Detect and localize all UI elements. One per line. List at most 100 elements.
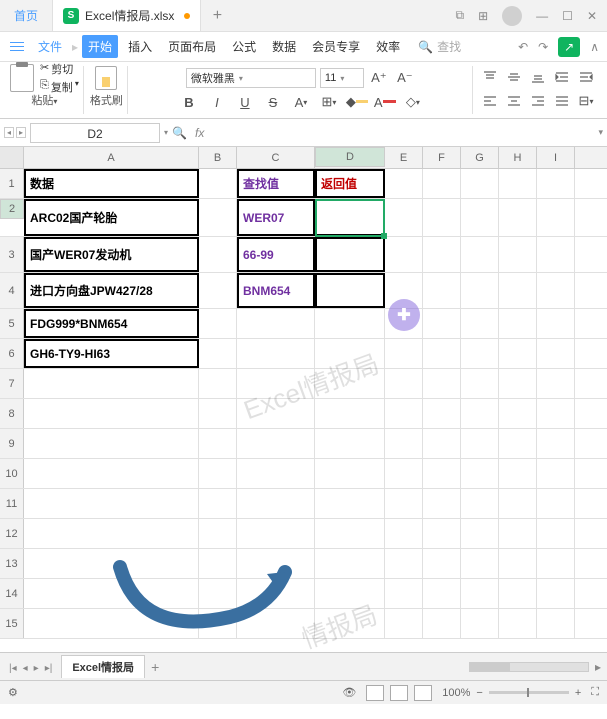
cell[interactable]	[24, 579, 199, 608]
cell[interactable]	[385, 579, 423, 608]
cell[interactable]: 国产WER07发动机	[24, 237, 199, 272]
cell[interactable]	[499, 369, 537, 398]
cell[interactable]	[385, 199, 423, 236]
cell[interactable]	[24, 399, 199, 428]
cell[interactable]	[499, 199, 537, 236]
cell[interactable]	[499, 489, 537, 518]
cell[interactable]: 返回值	[315, 169, 385, 198]
row-header[interactable]: 10	[0, 459, 24, 488]
select-all-corner[interactable]	[0, 147, 24, 168]
row-header[interactable]: 1	[0, 169, 24, 198]
cell[interactable]	[237, 609, 315, 638]
cell[interactable]	[385, 429, 423, 458]
cell[interactable]	[537, 459, 575, 488]
col-header-G[interactable]: G	[461, 147, 499, 168]
col-header-C[interactable]: C	[237, 147, 315, 168]
redo-icon[interactable]: ↷	[538, 40, 548, 54]
cell[interactable]: 查找值	[237, 169, 315, 198]
align-right-icon[interactable]	[527, 90, 549, 112]
settings-icon[interactable]: ⚙	[8, 686, 18, 699]
cell[interactable]: 数据	[24, 169, 199, 198]
fullscreen-icon[interactable]: ⛶	[591, 686, 599, 699]
cell[interactable]	[385, 459, 423, 488]
cell[interactable]	[537, 339, 575, 368]
share-button[interactable]: ↗	[558, 37, 580, 57]
cell[interactable]	[423, 237, 461, 272]
cell[interactable]	[199, 579, 237, 608]
font-color-button[interactable]: A	[374, 91, 396, 113]
cell[interactable]	[499, 609, 537, 638]
cell[interactable]	[461, 339, 499, 368]
col-header-E[interactable]: E	[385, 147, 423, 168]
cell[interactable]	[423, 273, 461, 308]
cell[interactable]: GH6-TY9-HI63	[24, 339, 199, 368]
bold-button[interactable]: B	[178, 91, 200, 113]
cell[interactable]	[423, 519, 461, 548]
cell[interactable]	[315, 489, 385, 518]
col-header-I[interactable]: I	[537, 147, 575, 168]
paste-icon[interactable]	[10, 64, 34, 92]
cell[interactable]	[423, 199, 461, 236]
row-header[interactable]: 2	[0, 199, 24, 219]
cell[interactable]	[499, 549, 537, 578]
col-header-A[interactable]: A	[24, 147, 199, 168]
navigate-cells-icon[interactable]: ◂▸	[4, 127, 26, 138]
cell[interactable]	[24, 459, 199, 488]
cell[interactable]	[423, 369, 461, 398]
align-top-icon[interactable]	[479, 66, 501, 88]
cell[interactable]	[237, 339, 315, 368]
cell[interactable]	[461, 309, 499, 338]
cell[interactable]	[237, 519, 315, 548]
row-header[interactable]: 3	[0, 237, 24, 272]
fill-color-button[interactable]: ◆	[346, 91, 368, 113]
cell[interactable]	[237, 459, 315, 488]
cell[interactable]	[537, 399, 575, 428]
cell[interactable]	[315, 579, 385, 608]
cell[interactable]	[237, 309, 315, 338]
add-tab-button[interactable]: +	[201, 7, 233, 25]
cell[interactable]	[315, 273, 385, 308]
cell[interactable]	[461, 199, 499, 236]
sheet-tab[interactable]: Excel情报局	[61, 655, 145, 678]
cell[interactable]	[461, 459, 499, 488]
cell[interactable]	[537, 199, 575, 236]
font-size-select[interactable]: 11▾	[320, 68, 364, 88]
tab-insert[interactable]: 插入	[122, 35, 158, 58]
cell[interactable]	[537, 237, 575, 272]
cell[interactable]	[499, 519, 537, 548]
scroll-right-icon[interactable]: ▸	[595, 660, 601, 674]
cut-icon[interactable]: ✂	[40, 61, 49, 77]
col-header-D[interactable]: D	[315, 147, 385, 167]
home-tab[interactable]: 首页	[0, 0, 53, 31]
normal-view-icon[interactable]	[366, 685, 384, 701]
cell[interactable]: BNM654	[237, 273, 315, 308]
merge-button[interactable]: ⊟▾	[575, 90, 597, 112]
cell[interactable]	[499, 579, 537, 608]
cell[interactable]	[385, 339, 423, 368]
cell[interactable]	[499, 309, 537, 338]
cell[interactable]	[199, 273, 237, 308]
document-tab[interactable]: S Excel情报局.xlsx	[53, 0, 201, 31]
tab-member[interactable]: 会员专享	[306, 35, 366, 58]
align-left-icon[interactable]	[479, 90, 501, 112]
cell[interactable]	[315, 199, 385, 236]
cell[interactable]	[199, 609, 237, 638]
cell[interactable]	[237, 579, 315, 608]
tab-formula[interactable]: 公式	[226, 35, 262, 58]
row-header[interactable]: 9	[0, 429, 24, 458]
cell[interactable]	[315, 369, 385, 398]
strikeout-button[interactable]: S	[262, 91, 284, 113]
decrease-font-icon[interactable]: A⁻	[394, 67, 416, 89]
cell[interactable]	[461, 609, 499, 638]
row-header[interactable]: 5	[0, 309, 24, 338]
cell[interactable]	[385, 489, 423, 518]
file-menu[interactable]: 文件	[32, 38, 68, 55]
cell[interactable]	[199, 369, 237, 398]
cell[interactable]	[537, 309, 575, 338]
underline-button[interactable]: U	[234, 91, 256, 113]
horizontal-scrollbar[interactable]	[469, 662, 589, 672]
cell[interactable]	[237, 369, 315, 398]
cell[interactable]	[423, 309, 461, 338]
row-header[interactable]: 11	[0, 489, 24, 518]
cell[interactable]	[199, 489, 237, 518]
